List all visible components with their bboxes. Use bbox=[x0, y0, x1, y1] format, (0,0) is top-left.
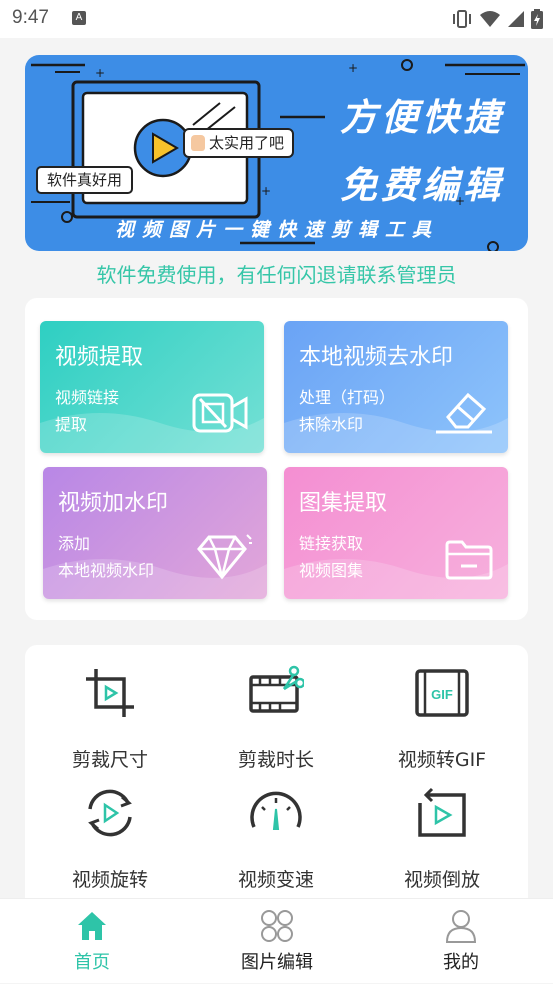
tab-home[interactable]: 首页 bbox=[22, 899, 162, 984]
wifi-icon bbox=[480, 11, 500, 27]
feature-desc: 链接获取 视频图集 bbox=[299, 530, 363, 584]
feature-desc-line2: 视频图集 bbox=[299, 561, 364, 580]
feature-desc: 添加 本地视频水印 bbox=[58, 530, 154, 584]
gif-icon: GIF bbox=[415, 669, 469, 717]
tool-label: 视频倒放 bbox=[403, 869, 480, 891]
svg-text:+: + bbox=[261, 184, 271, 198]
feature-title: 图集提取 bbox=[299, 491, 388, 516]
tool-label: 视频变速 bbox=[237, 869, 314, 891]
bubble-top-text: 太实用了吧 bbox=[209, 134, 285, 152]
tool-video-rotate[interactable]: 视频旋转 bbox=[35, 785, 185, 895]
svg-text:GIF: GIF bbox=[431, 687, 453, 702]
user-icon bbox=[445, 910, 477, 943]
tool-label: 视频转GIF bbox=[397, 749, 487, 771]
feature-title: 视频提取 bbox=[55, 345, 144, 370]
banner-subtitle: 视频图片一键快速剪辑工具 bbox=[115, 219, 440, 241]
clover-icon bbox=[261, 910, 293, 942]
tool-video-speed[interactable]: 视频变速 bbox=[201, 785, 351, 895]
tools-panel: 剪裁尺寸 剪裁时长 GIF 视频转GIF 视频旋转 视频变速 视频倒放 bbox=[25, 645, 528, 905]
notice-text: 软件免费使用，有任何闪退请联系管理员 bbox=[96, 263, 457, 287]
feature-panel: 视频提取 视频链接 提取 本地视频去水印 处理（打码） 抹除水印 视频加水印 添加本… bbox=[25, 298, 528, 620]
feature-desc-line1: 添加 bbox=[58, 534, 91, 553]
speech-bubble-top: 太实用了吧 bbox=[183, 128, 295, 158]
speech-bubble-left: 软件真好用 bbox=[36, 166, 134, 194]
rotate-icon bbox=[88, 789, 132, 837]
thumbs-up-icon bbox=[191, 135, 205, 151]
feature-card-add-watermark[interactable]: 视频加水印 添加本地视频水印 bbox=[43, 467, 267, 599]
tool-label: 视频旋转 bbox=[71, 869, 148, 891]
speedometer-icon bbox=[250, 791, 302, 830]
banner-title-line1: 方便快捷 bbox=[340, 95, 504, 139]
diamond-icon bbox=[197, 534, 252, 580]
film-scissors-icon bbox=[249, 665, 304, 713]
feature-desc-line2: 本地视频水印 bbox=[58, 561, 155, 580]
tool-video-to-gif[interactable]: GIF 视频转GIF bbox=[367, 665, 517, 775]
home-icon bbox=[78, 912, 106, 940]
feature-desc-line1: 链接获取 bbox=[299, 534, 364, 553]
feature-desc: 处理（打码） 抹除水印 bbox=[299, 384, 395, 438]
battery-icon bbox=[531, 9, 543, 29]
feature-desc-line1: 视频链接 bbox=[55, 388, 120, 407]
tool-label: 剪裁尺寸 bbox=[71, 749, 148, 771]
folder-icon bbox=[445, 540, 493, 580]
status-indicators bbox=[451, 9, 543, 29]
vibrate-icon bbox=[453, 10, 471, 28]
banner-title-line2: 免费编辑 bbox=[340, 163, 504, 207]
video-extract-icon bbox=[192, 393, 248, 433]
status-time: 9:47 bbox=[12, 7, 49, 28]
reverse-play-icon bbox=[418, 787, 466, 837]
tab-mine[interactable]: 我的 bbox=[391, 899, 531, 984]
tool-label: 剪裁时长 bbox=[237, 749, 314, 771]
feature-desc-line2: 抹除水印 bbox=[299, 415, 364, 434]
feature-card-album-extract[interactable]: 图集提取 链接获取视频图集 bbox=[284, 467, 508, 599]
tab-label: 图片编辑 bbox=[241, 952, 313, 973]
home-page: + + + + 太实用了吧 软件真好用 方便快捷 免费编辑 视频图片一键快速剪辑… bbox=[0, 38, 553, 905]
tab-label: 我的 bbox=[443, 952, 479, 973]
feature-card-remove-watermark[interactable]: 本地视频去水印 处理（打码） 抹除水印 bbox=[284, 321, 508, 453]
feature-desc-line1: 处理（打码） bbox=[299, 388, 396, 407]
tab-label: 首页 bbox=[74, 952, 110, 973]
bottom-tab-bar: 首页 图片编辑 我的 bbox=[0, 898, 553, 983]
feature-desc-line2: 提取 bbox=[55, 415, 88, 434]
feature-card-video-extract[interactable]: 视频提取 视频链接提取 bbox=[40, 321, 264, 453]
status-bar: 9:47 A bbox=[0, 0, 553, 38]
tab-image-edit[interactable]: 图片编辑 bbox=[207, 899, 347, 984]
signal-icon bbox=[508, 11, 524, 27]
feature-title: 视频加水印 bbox=[58, 491, 169, 516]
feature-title: 本地视频去水印 bbox=[299, 345, 454, 370]
eraser-icon bbox=[436, 392, 492, 434]
svg-text:+: + bbox=[348, 61, 358, 75]
tool-crop-size[interactable]: 剪裁尺寸 bbox=[35, 665, 185, 775]
feature-desc: 视频链接 提取 bbox=[55, 384, 119, 438]
notification-app-icon: A bbox=[72, 11, 86, 25]
promo-banner[interactable]: + + + + 太实用了吧 软件真好用 方便快捷 免费编辑 视频图片一键快速剪辑… bbox=[25, 55, 528, 251]
tool-video-reverse[interactable]: 视频倒放 bbox=[367, 785, 517, 895]
svg-text:+: + bbox=[95, 66, 105, 80]
crop-icon bbox=[86, 669, 134, 717]
tool-trim-duration[interactable]: 剪裁时长 bbox=[201, 665, 351, 775]
